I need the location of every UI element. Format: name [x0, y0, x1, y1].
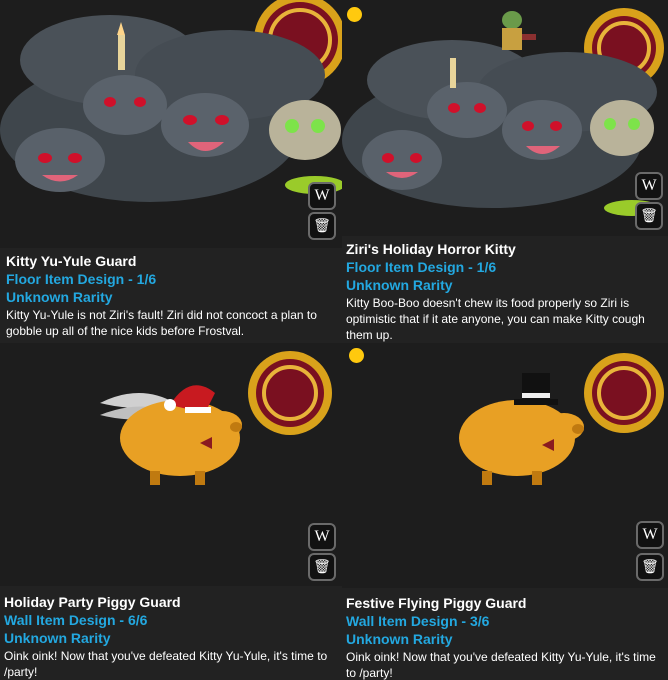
- trash-icon: 🗑: [313, 218, 331, 234]
- kitty-guard-image: [0, 0, 342, 202]
- item-card-kitty-yu-yule[interactable]: W 🗑 Kitty Yu-Yule Guard Floor Item Desig…: [0, 0, 342, 343]
- goblin-rider-icon: [502, 11, 536, 50]
- trash-icon: 🗑: [640, 208, 658, 224]
- status-dot: [347, 7, 362, 22]
- item-type: Floor Item Design - 1/6: [6, 271, 157, 287]
- party-piggy-image: [100, 351, 332, 485]
- wiki-button[interactable]: W: [308, 182, 336, 210]
- item-type: Wall Item Design - 3/6: [346, 613, 490, 629]
- item-rarity: Unknown Rarity: [6, 289, 113, 305]
- item-info: Festive Flying Piggy Guard Wall Item Des…: [342, 594, 668, 680]
- item-title: Ziri's Holiday Horror Kitty: [346, 241, 516, 257]
- cat-head-1: [15, 128, 105, 192]
- item-card-ziris-holiday-horror-kitty[interactable]: W 🗑 Ziri's Holiday Horror Kitty Floor It…: [342, 0, 668, 343]
- item-image-pane: W 🗑: [342, 0, 668, 236]
- item-description: Kitty Yu-Yule is not Ziri's fault! Ziri …: [6, 308, 317, 338]
- item-image-pane: W 🗑: [0, 343, 342, 586]
- item-description: Kitty Boo-Boo doesn't chew its food prop…: [346, 296, 645, 342]
- item-info: Holiday Party Piggy Guard Wall Item Desi…: [0, 593, 342, 680]
- trash-icon: 🗑: [313, 559, 331, 575]
- item-card-holiday-party-piggy[interactable]: W 🗑 Holiday Party Piggy Guard Wall Item …: [0, 343, 342, 680]
- trash-button[interactable]: 🗑: [635, 202, 663, 230]
- trash-icon: 🗑: [641, 559, 659, 575]
- item-image-pane: W 🗑: [0, 0, 342, 248]
- item-info: Ziri's Holiday Horror Kitty Floor Item D…: [342, 240, 668, 343]
- item-type: Floor Item Design - 1/6: [346, 259, 497, 275]
- trash-button[interactable]: 🗑: [308, 553, 336, 581]
- cat-head-2: [427, 82, 507, 138]
- item-info: Kitty Yu-Yule Guard Floor Item Design - …: [0, 252, 342, 343]
- item-rarity: Unknown Rarity: [346, 631, 453, 647]
- item-title: Kitty Yu-Yule Guard: [6, 253, 137, 269]
- item-description: Oink oink! Now that you've defeated Kitt…: [346, 650, 656, 680]
- flying-piggy-image: [459, 353, 664, 485]
- horror-kitty-image: [342, 8, 664, 216]
- cat-head-3: [161, 93, 249, 157]
- item-rarity: Unknown Rarity: [346, 277, 453, 293]
- wiki-button[interactable]: W: [308, 523, 336, 551]
- item-description: Oink oink! Now that you've defeated Kitt…: [4, 649, 328, 679]
- ac-badge-icon: [248, 351, 332, 435]
- skull-icon: [269, 100, 342, 194]
- wiki-button[interactable]: W: [636, 521, 664, 549]
- item-rarity: Unknown Rarity: [4, 630, 111, 646]
- cat-head-3: [502, 100, 582, 160]
- ac-badge-icon: [584, 353, 664, 433]
- item-title: Holiday Party Piggy Guard: [4, 594, 181, 610]
- status-dot: [349, 348, 364, 363]
- item-image-pane: W 🗑: [342, 343, 668, 588]
- wiki-button[interactable]: W: [635, 172, 663, 200]
- cat-head-1: [362, 130, 442, 190]
- trash-button[interactable]: 🗑: [636, 553, 664, 581]
- item-type: Wall Item Design - 6/6: [4, 612, 148, 628]
- cat-head-2: [83, 75, 167, 135]
- item-title: Festive Flying Piggy Guard: [346, 595, 527, 611]
- trash-button[interactable]: 🗑: [308, 212, 336, 240]
- item-card-festive-flying-piggy[interactable]: W 🗑 Festive Flying Piggy Guard Wall Item…: [342, 343, 668, 680]
